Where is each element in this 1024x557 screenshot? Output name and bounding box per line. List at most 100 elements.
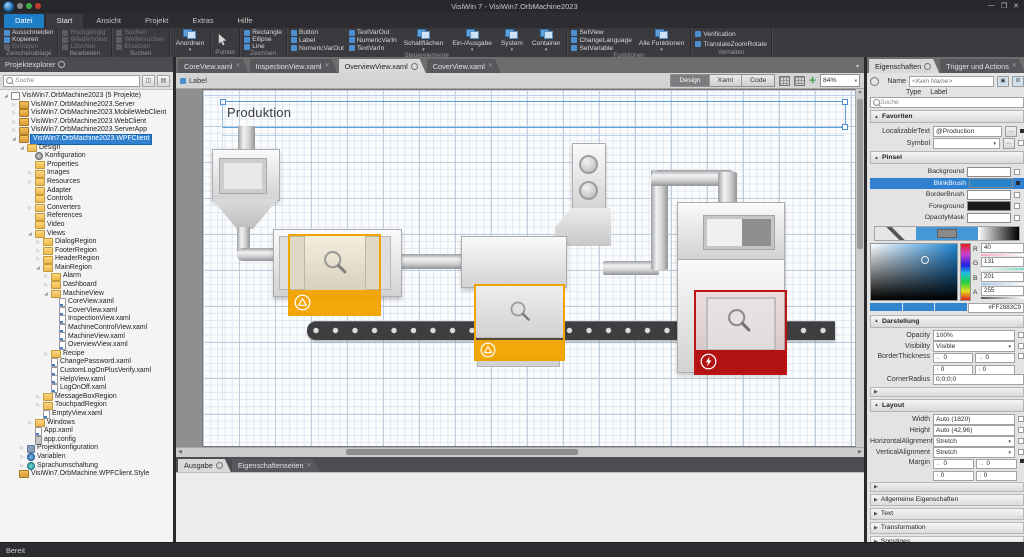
brush-swatch[interactable] — [967, 213, 1011, 223]
magnifier-icon[interactable] — [321, 248, 349, 276]
margin-top[interactable]: ↑0 — [933, 471, 974, 481]
section-pinsel[interactable]: ▲Pinsel — [870, 151, 1024, 164]
margin-bottom[interactable]: ↓0 — [976, 471, 1017, 481]
expander-closed-icon[interactable]: ▷ — [19, 453, 25, 462]
bottom-tab-ausgabe[interactable]: Ausgabe — [178, 459, 231, 472]
cornerradius-input[interactable]: 0;0;0;0 — [933, 374, 1024, 385]
tree-item[interactable]: CoreView.xaml — [0, 298, 173, 307]
search-filter-button[interactable]: ◫ — [142, 75, 155, 87]
project-search-input[interactable]: Suche — [3, 75, 140, 87]
tree-item[interactable]: Controls — [0, 195, 173, 204]
null-brush-button[interactable] — [875, 227, 916, 240]
close-icon[interactable]: ✕ — [1012, 63, 1017, 69]
brush-row-foreground[interactable]: Foreground — [870, 201, 1024, 213]
zoom-select[interactable]: 84% ▾ — [820, 74, 860, 87]
brush-row-background[interactable]: Background — [870, 166, 1024, 178]
ribbon-big-pointer[interactable] — [215, 29, 230, 49]
expander-closed-icon[interactable]: ▷ — [11, 109, 17, 118]
expander-closed-icon[interactable]: ▷ — [35, 255, 41, 264]
pin-icon[interactable] — [58, 61, 65, 68]
expander-open-icon[interactable]: ◢ — [11, 135, 17, 144]
ribbon-big-system[interactable]: System▾ — [499, 29, 525, 52]
tool-icon[interactable] — [17, 3, 23, 9]
hex-color-input[interactable]: #FF2883C9 — [968, 303, 1024, 313]
selection-handle[interactable] — [842, 99, 848, 105]
tree-item[interactable]: ◢VisiWin7.OrbMachine2023.WPFClient — [0, 135, 173, 144]
selection-handle[interactable] — [220, 99, 226, 105]
expander-open-icon[interactable]: ◢ — [43, 290, 49, 299]
tree-item[interactable]: ▷Converters — [0, 204, 173, 213]
tree-item[interactable]: ◢VisiWin7.OrbMachine2023 (5 Projekte) — [0, 92, 173, 101]
collapse-all-button[interactable]: ▤ — [157, 75, 170, 87]
color-cursor[interactable] — [921, 256, 929, 264]
bottom-tab-eigenschaftenseiten[interactable]: Eigenschaftenseiten✕ — [232, 459, 320, 472]
margin-right[interactable]: →0 — [976, 459, 1017, 469]
expander-closed-icon[interactable]: ▷ — [43, 272, 49, 281]
borderthickness-left[interactable]: ←0 — [933, 353, 973, 363]
show-grid-icon[interactable] — [779, 76, 790, 86]
tree-item[interactable]: LogOnOff.xaml — [0, 384, 173, 393]
channel-input-b[interactable]: 201 — [981, 272, 1024, 282]
more-properties-bar[interactable]: ▶ — [870, 482, 1024, 492]
ribbon-item-setvariable[interactable]: SetVariable — [571, 45, 631, 52]
tree-item[interactable]: ▷HeaderRegion — [0, 255, 173, 264]
ribbon-big-ein-ausgabe[interactable]: Ein-/Ausgabe▾ — [450, 29, 494, 52]
tree-item[interactable]: ▷Windows — [0, 419, 173, 428]
tree-item[interactable]: CustomLogOnPlusVerify.xaml — [0, 367, 173, 376]
close-icon[interactable]: ✕ — [488, 63, 493, 69]
gradient-brush-button[interactable] — [978, 227, 1019, 240]
zoom-fit-icon[interactable]: ✛ — [809, 77, 816, 85]
tree-item[interactable]: ◢Views — [0, 230, 173, 239]
tree-item[interactable]: Video — [0, 221, 173, 230]
expander-open-icon[interactable]: ◢ — [35, 264, 41, 273]
pin-icon[interactable] — [216, 462, 223, 469]
tree-item[interactable]: OverviewView.xaml — [0, 341, 173, 350]
localizabletext-browse-button[interactable]: … — [1005, 126, 1017, 137]
tab-ansicht[interactable]: Ansicht — [85, 14, 132, 28]
ribbon-item-textvarin[interactable]: TextVarIn — [349, 45, 397, 52]
expander-closed-icon[interactable]: ▷ — [11, 126, 17, 135]
tree-item[interactable]: ▷DialogRegion — [0, 238, 173, 247]
borderthickness-right[interactable]: →0 — [975, 353, 1015, 363]
visibility-dropdown[interactable]: Visible▼ — [933, 341, 1015, 352]
tree-item[interactable]: ▷Images — [0, 169, 173, 178]
expander-closed-icon[interactable]: ▷ — [27, 419, 33, 428]
brush-swatch[interactable] — [967, 190, 1011, 200]
expander-closed-icon[interactable]: ▷ — [35, 238, 41, 247]
expander-open-icon[interactable]: ◢ — [27, 230, 33, 239]
verticalalignment-dropdown[interactable]: Stretch▼ — [933, 447, 1015, 458]
tree-item[interactable]: ▷FooterRegion — [0, 247, 173, 256]
run-icon[interactable] — [26, 3, 32, 9]
tree-item[interactable]: ▷Dashboard — [0, 281, 173, 290]
selection-handle[interactable] — [842, 124, 848, 130]
ribbon-item-line[interactable]: Line — [244, 43, 282, 50]
expander-closed-icon[interactable]: ▷ — [27, 204, 33, 213]
ribbon-item-numericvarout[interactable]: NumericVarOut — [291, 45, 344, 52]
section-favoriten[interactable]: ▲Favoriten — [870, 110, 1024, 123]
solid-brush-button[interactable] — [916, 227, 978, 240]
magnifier-icon[interactable] — [725, 306, 753, 334]
tree-item[interactable]: Konfiguration — [0, 152, 173, 161]
brush-swatch[interactable] — [969, 178, 1013, 188]
panel-tab-eigenschaften[interactable]: Eigenschaften — [869, 59, 939, 73]
breadcrumb[interactable]: Label — [189, 76, 207, 85]
ribbon-item-setview[interactable]: SetView — [571, 29, 631, 36]
tree-item[interactable]: ◢Design — [0, 144, 173, 153]
magnifier-icon[interactable] — [508, 299, 532, 323]
tree-item[interactable]: Properties — [0, 161, 173, 170]
tree-item[interactable]: MachineView.xaml — [0, 333, 173, 342]
section-text[interactable]: ▶Text — [870, 508, 1024, 521]
tree-item[interactable]: ▷Alarm — [0, 272, 173, 281]
tab-extras[interactable]: Extras — [181, 14, 224, 28]
expander-closed-icon[interactable]: ▷ — [19, 462, 25, 471]
ribbon-item-ellipse[interactable]: Ellipse — [244, 36, 282, 43]
tree-item[interactable]: EmptyView.xaml — [0, 410, 173, 419]
lightning-icon[interactable] — [700, 353, 717, 370]
close-icon[interactable]: ✕ — [325, 63, 330, 69]
tree-item[interactable]: MachineControlView.xaml — [0, 324, 173, 333]
close-icon[interactable]: ✕ — [307, 463, 312, 469]
view-button-code[interactable]: Code — [742, 75, 774, 86]
tab-hilfe[interactable]: Hilfe — [227, 14, 264, 28]
brush-row-opacitymask[interactable]: OpacityMask — [870, 212, 1024, 224]
hue-slider[interactable] — [960, 243, 971, 301]
